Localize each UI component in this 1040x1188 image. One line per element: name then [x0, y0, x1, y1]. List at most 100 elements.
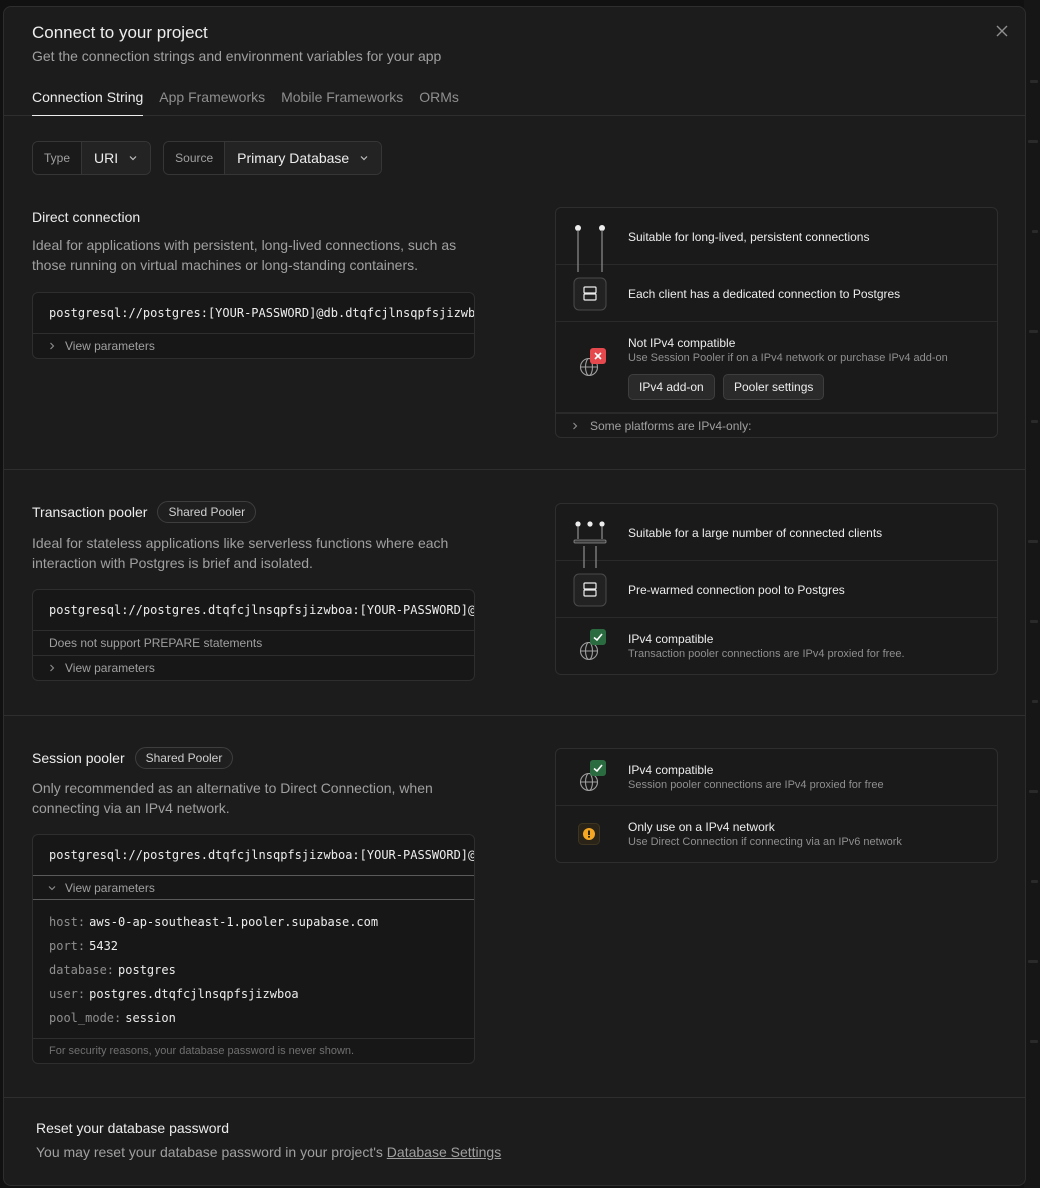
feature-subtext: Session pooler connections are IPv4 prox…: [628, 779, 884, 791]
feature-row-ipv4: IPv4 compatible Transaction pooler conne…: [556, 618, 997, 674]
view-parameters-label: View parameters: [65, 339, 155, 353]
chevron-right-icon: [50, 664, 55, 672]
reset-password-title: Reset your database password: [36, 1120, 229, 1136]
modal-title: Connect to your project: [32, 23, 208, 42]
chevron-down-icon: [360, 156, 368, 161]
tab-mobile-frameworks[interactable]: Mobile Frameworks: [281, 89, 403, 116]
view-parameters-label: View parameters: [65, 661, 155, 675]
param-value[interactable]: 5432: [89, 939, 118, 953]
chevron-right-icon: [573, 422, 578, 430]
view-parameters-label: View parameters: [65, 880, 155, 895]
param-value[interactable]: aws-0-ap-southeast-1.pooler.supabase.com: [89, 915, 378, 929]
shared-pooler-badge: Shared Pooler: [134, 747, 234, 769]
feature-text: Not IPv4 compatible: [628, 336, 736, 350]
param-host: host: aws-0-ap-southeast-1.pooler.supabas…: [49, 910, 458, 934]
success-check-icon: [590, 629, 606, 645]
session-pooler-description: Only recommended as an alternative to Di…: [32, 780, 433, 816]
param-key: port:: [49, 939, 86, 953]
chevron-right-icon: [50, 342, 55, 350]
param-value[interactable]: postgres: [118, 963, 176, 977]
tab-app-frameworks[interactable]: App Frameworks: [159, 89, 265, 116]
feature-subtext: Use Session Pooler if on a IPv4 network …: [628, 352, 948, 364]
param-key: user:: [49, 987, 86, 1001]
reset-password-description: You may reset your database password in …: [36, 1144, 501, 1160]
tab-connection-string[interactable]: Connection String: [32, 89, 144, 116]
session-view-parameters-toggle[interactable]: View parameters: [33, 875, 474, 900]
feature-row: Pre-warmed connection pool to Postgres: [556, 561, 997, 618]
ipv4-platforms-label: Some platforms are IPv4-only:: [590, 419, 752, 433]
tab-orms[interactable]: ORMs: [419, 89, 459, 116]
direct-connection-description: Ideal for applications with persistent, …: [32, 237, 457, 273]
transaction-view-parameters-toggle[interactable]: View parameters: [33, 655, 474, 680]
ipv4-platforms-toggle[interactable]: Some platforms are IPv4-only:: [556, 413, 997, 437]
database-settings-link[interactable]: Database Settings: [387, 1144, 501, 1160]
transaction-pooler-codebox: postgresql://postgres.dtqfcjlnsqpfsjizwb…: [32, 589, 475, 681]
chevron-down-icon: [129, 156, 137, 161]
type-label: Type: [33, 142, 83, 174]
transaction-pooler-title-text: Transaction pooler: [32, 504, 148, 520]
shared-pooler-badge: Shared Pooler: [157, 501, 257, 523]
source-label: Source: [164, 142, 226, 174]
direct-connection-uri[interactable]: postgresql://postgres:[YOUR-PASSWORD]@db…: [33, 293, 474, 333]
source-select-value[interactable]: Primary Database: [225, 142, 382, 174]
feature-row: Suitable for long-lived, persistent conn…: [556, 208, 997, 272]
direct-view-parameters-toggle[interactable]: View parameters: [33, 333, 474, 358]
database-icon: [573, 573, 607, 607]
feature-text: IPv4 compatible: [628, 763, 714, 777]
pooler-settings-button[interactable]: Pooler settings: [723, 374, 825, 400]
param-key: host:: [49, 915, 86, 929]
param-value[interactable]: postgres.dtqfcjlnsqpfsjizwboa: [89, 987, 299, 1001]
session-pooler-title-text: Session pooler: [32, 750, 125, 766]
session-pooler-uri[interactable]: postgresql://postgres.dtqfcjlnsqpfsjizwb…: [33, 835, 474, 875]
ipv4-addon-button[interactable]: IPv4 add-on: [628, 374, 715, 400]
type-value: URI: [94, 150, 119, 166]
feature-row-ipv4: IPv4 compatible Session pooler connectio…: [556, 749, 997, 806]
selector-bar: Type URI Source Primary Database: [32, 141, 383, 175]
feature-row-network: Only use on a IPv4 network Use Direct Co…: [556, 806, 997, 862]
param-pool-mode: pool_mode: session: [49, 1006, 458, 1030]
success-check-icon: [590, 760, 606, 776]
session-pooler-title: Session pooler Shared Pooler: [32, 747, 234, 769]
param-value[interactable]: session: [125, 1011, 176, 1025]
type-select[interactable]: Type URI: [32, 141, 152, 175]
feature-row: Suitable for a large number of connected…: [556, 504, 997, 568]
close-icon[interactable]: [994, 23, 1010, 39]
source-value: Primary Database: [237, 150, 350, 166]
feature-text: Only use on a IPv4 network: [628, 820, 775, 834]
section-divider: [4, 469, 1025, 470]
direct-connection-features: Suitable for long-lived, persistent conn…: [555, 207, 998, 438]
param-port: port: 5432: [49, 934, 458, 958]
connection-parameters-list: host: aws-0-ap-southeast-1.pooler.supabas…: [33, 900, 474, 1038]
session-pooler-features: IPv4 compatible Session pooler connectio…: [555, 748, 998, 863]
feature-text: IPv4 compatible: [628, 632, 714, 646]
modal-subtitle: Get the connection strings and environme…: [32, 48, 442, 64]
feature-row: Each client has a dedicated connection t…: [556, 265, 997, 322]
session-pooler-codebox: postgresql://postgres.dtqfcjlnsqpfsjizwb…: [32, 834, 475, 1064]
feature-text: Each client has a dedicated connection t…: [628, 287, 901, 301]
type-select-value[interactable]: URI: [82, 142, 151, 174]
tab-bar: Connection String App Frameworks Mobile …: [32, 89, 459, 116]
chevron-down-icon: [48, 885, 56, 890]
feature-subtext: Use Direct Connection if connecting via …: [628, 836, 902, 848]
error-x-icon: [590, 348, 606, 364]
prepare-statements-note: Does not support PREPARE statements: [33, 630, 474, 655]
direct-connection-codebox: postgresql://postgres:[YOUR-PASSWORD]@db…: [32, 292, 475, 359]
transaction-pooler-title: Transaction pooler Shared Pooler: [32, 501, 257, 523]
direct-connection-title-text: Direct connection: [32, 209, 141, 225]
database-icon: [573, 277, 607, 311]
param-key: database:: [49, 963, 115, 977]
password-security-note: For security reasons, your database pass…: [33, 1038, 474, 1063]
param-key: pool_mode:: [49, 1011, 122, 1025]
transaction-pooler-features: Suitable for a large number of connected…: [555, 503, 998, 675]
reset-password-footer: Reset your database password You may res…: [4, 1097, 1025, 1185]
section-divider: [4, 715, 1025, 716]
direct-connection-title: Direct connection: [32, 209, 140, 225]
modal-header: Connect to your project Get the connecti…: [4, 7, 1025, 116]
param-user: user: postgres.dtqfcjlnsqpfsjizwboa: [49, 982, 458, 1006]
transaction-pooler-uri[interactable]: postgresql://postgres.dtqfcjlnsqpfsjizwb…: [33, 590, 474, 630]
connect-modal: Connect to your project Get the connecti…: [3, 6, 1026, 1186]
feature-subtext: Transaction pooler connections are IPv4 …: [628, 648, 905, 660]
source-select[interactable]: Source Primary Database: [163, 141, 383, 175]
param-database: database: postgres: [49, 958, 458, 982]
feature-row-ipv4: Not IPv4 compatible Use Session Pooler i…: [556, 322, 997, 413]
